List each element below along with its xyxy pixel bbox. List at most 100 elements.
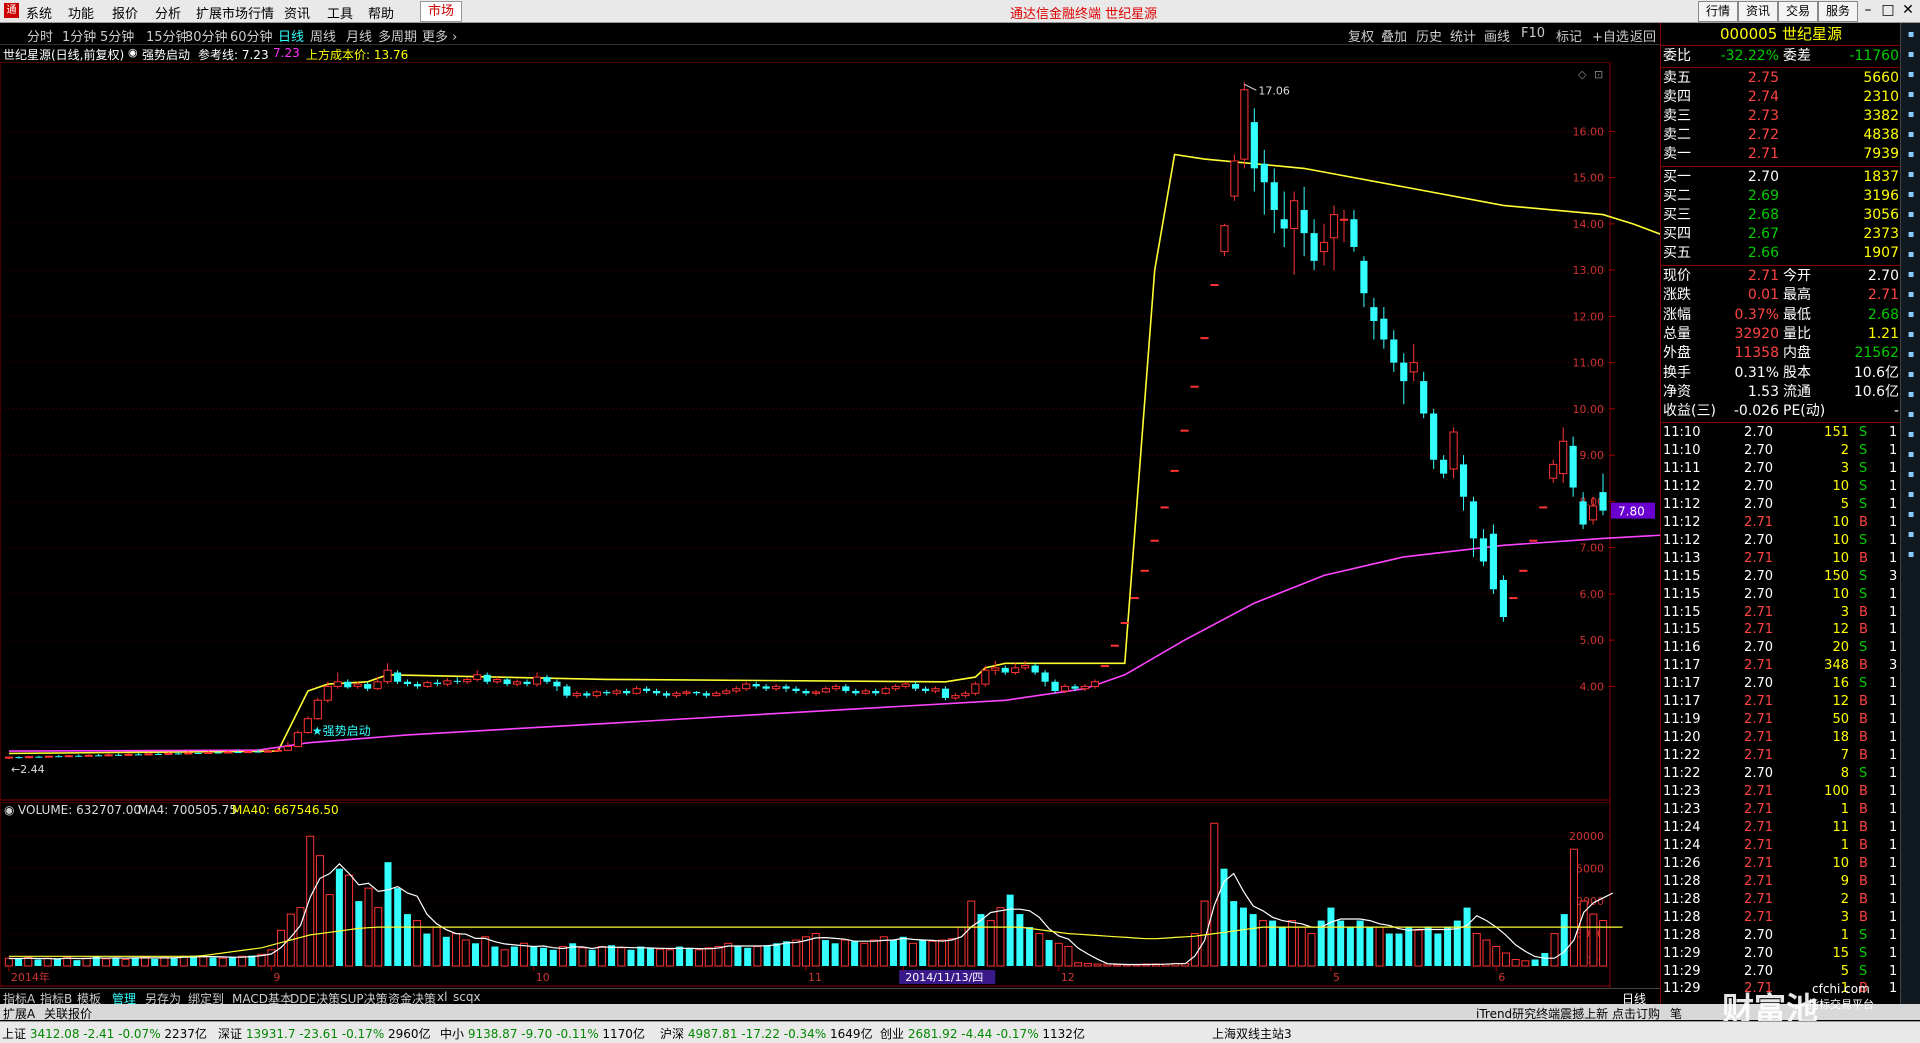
table-icon[interactable]: ▪ [1903, 47, 1919, 63]
period-tab[interactable]: 日线 [278, 26, 304, 45]
candle-body [1579, 501, 1587, 525]
bars-icon[interactable]: ▪ [1903, 227, 1919, 243]
split-icon[interactable]: ▪ [1903, 307, 1919, 323]
related-quote-tab[interactable]: 关联报价 [44, 1005, 92, 1022]
toolbar-button[interactable]: F10 [1521, 26, 1545, 41]
close-icon[interactable]: ✕ [1898, 1, 1918, 20]
stat-label: 涨跌 [1663, 287, 1691, 304]
menu-item[interactable]: 工具 [327, 3, 353, 22]
buy-row: 买二 2.69 3196 [1663, 187, 1899, 206]
stat-row: 涨跌 0.01 最高 2.71 [1663, 286, 1899, 305]
menu-item[interactable]: 资讯 [284, 3, 310, 22]
stat-row: 现价 2.71 今开 2.70 [1663, 267, 1899, 286]
trade-time: 11:29 [1663, 963, 1701, 979]
trade-row: 11:15 2.71 3 B 1 [1663, 604, 1899, 622]
menu-item[interactable]: 系统 [26, 3, 52, 22]
quote-mode-button[interactable]: 行情 [1698, 1, 1738, 22]
indicator-name[interactable]: 强势启动 [142, 46, 190, 63]
period-tab[interactable]: 更多 › [422, 26, 457, 45]
box-icon[interactable]: ▪ [1903, 127, 1919, 143]
trade-row: 11:20 2.71 18 B 1 [1663, 729, 1899, 747]
calc-icon[interactable]: ▪ [1903, 527, 1919, 543]
tile-icon[interactable]: ▪ [1903, 287, 1919, 303]
up-icon[interactable]: ▪ [1903, 187, 1919, 203]
period-tab[interactable]: 30分钟 [185, 26, 228, 45]
trade-mode-button[interactable]: 交易 [1778, 1, 1818, 22]
candle-body [1021, 665, 1030, 669]
period-tab[interactable]: 1分钟 [62, 26, 96, 45]
period-tab[interactable]: 多周期 [378, 26, 417, 45]
x-axis-label: 5 [1333, 971, 1340, 984]
indicator-tab[interactable]: scqx [453, 990, 481, 1004]
indicator-tab[interactable]: xl [437, 990, 447, 1004]
weibi-value: -32.22% [1720, 48, 1779, 64]
box2-icon[interactable]: ▪ [1903, 487, 1919, 503]
tools-icon[interactable]: ▪ [1903, 547, 1919, 563]
volume-icon[interactable]: ▪ [1903, 347, 1919, 363]
trade-count: 1 [1889, 945, 1898, 961]
window-icon[interactable]: ▪ [1903, 147, 1919, 163]
market-button[interactable]: 市场 [420, 1, 462, 22]
period-tab[interactable]: 15分钟 [146, 26, 189, 45]
candle-body [1569, 445, 1577, 488]
list-icon[interactable]: ▪ [1903, 67, 1919, 83]
draw-icon[interactable]: ▪ [1903, 467, 1919, 483]
menu-item[interactable]: 报价 [112, 3, 138, 22]
volume-bar [597, 946, 606, 967]
menu-item[interactable]: 分析 [155, 3, 181, 22]
period-tab[interactable]: 月线 [346, 26, 372, 45]
weibi-label: 委比 [1663, 48, 1691, 64]
menu-item[interactable]: 功能 [68, 3, 94, 22]
layout-icon[interactable]: ▪ [1903, 247, 1919, 263]
toolbar-button[interactable]: 标记 [1556, 26, 1582, 45]
kline-icon[interactable]: ▪ [1903, 167, 1919, 183]
chart-icon[interactable]: ▪ [1903, 87, 1919, 103]
candle-body [1210, 283, 1219, 286]
news-ticker[interactable]: iTrend研究终端震撼上新 点击订购 [1476, 1005, 1660, 1022]
trade-volume: 10 [1832, 586, 1849, 602]
kdj-icon[interactable]: ▪ [1903, 387, 1919, 403]
volume-bar [43, 957, 52, 967]
toolbar-button[interactable]: +自选 [1592, 26, 1629, 45]
maximize-icon[interactable]: □ [1878, 1, 1898, 20]
line-icon[interactable]: ▪ [1903, 327, 1919, 343]
ext-a-tab[interactable]: 扩展A [3, 1005, 35, 1022]
rsi-icon[interactable]: ▪ [1903, 407, 1919, 423]
grid-icon[interactable]: ▪ [1903, 27, 1919, 43]
menu-item[interactable]: 扩展市场行情 [196, 3, 274, 22]
macd-icon[interactable]: ▪ [1903, 367, 1919, 383]
bar-icon[interactable]: ▪ [1903, 107, 1919, 123]
period-tab[interactable]: 分时 [27, 26, 53, 45]
kline-chart[interactable]: 16.0015.0014.0013.0012.0011.0010.009.008… [0, 62, 1660, 802]
sell-volume: 3382 [1863, 108, 1899, 124]
psy-icon[interactable]: ▪ [1903, 427, 1919, 443]
chain-icon[interactable]: ▪ [1903, 507, 1919, 523]
volume-chart[interactable]: ◉ VOLUME: 632707.00MA4: 700505.75MA40: 66… [0, 802, 1660, 988]
minimize-icon[interactable]: – [1858, 1, 1878, 20]
trade-side: S [1859, 640, 1868, 656]
toolbar-button[interactable]: 复权 [1348, 26, 1374, 45]
period-bar: 分时 1分钟 5分钟 15分钟 30分钟 60分钟 日线 周线 月线 多周期 更多 › 复权 叠加 历史… [0, 23, 1660, 45]
toolbar-button[interactable]: 画线 [1484, 26, 1510, 45]
menu-item[interactable]: 帮助 [368, 3, 394, 22]
toolbar-button[interactable]: 叠加 [1381, 26, 1407, 45]
pen-icon[interactable]: ▪ [1903, 447, 1919, 463]
toolbar-button[interactable]: 统计 [1450, 26, 1476, 45]
expand-icon[interactable]: ▪ [1903, 207, 1919, 223]
service-mode-button[interactable]: 服务 [1818, 1, 1858, 22]
period-tab[interactable]: 5分钟 [100, 26, 134, 45]
candle-body [114, 754, 123, 756]
volume-bar [637, 946, 645, 966]
quote-panel: 000005 世纪星源 委比 -32.22% 委差 -11760 卖五 2.75 5… [1660, 23, 1901, 1020]
period-tab[interactable]: 60分钟 [230, 26, 273, 45]
period-tab[interactable]: 周线 [310, 26, 336, 45]
trade-price: 2.70 [1744, 945, 1773, 961]
toolbar-button[interactable]: 历史 [1416, 26, 1442, 45]
news-mode-button[interactable]: 资讯 [1738, 1, 1778, 22]
trade-time: 11:12 [1663, 478, 1701, 494]
candle-body [234, 752, 242, 754]
dots-icon[interactable]: ▪ [1903, 267, 1919, 283]
toolbar-button[interactable]: 返回 [1630, 26, 1656, 45]
tick-tab[interactable]: 笔 [1670, 1005, 1682, 1022]
candle-body [881, 688, 890, 694]
